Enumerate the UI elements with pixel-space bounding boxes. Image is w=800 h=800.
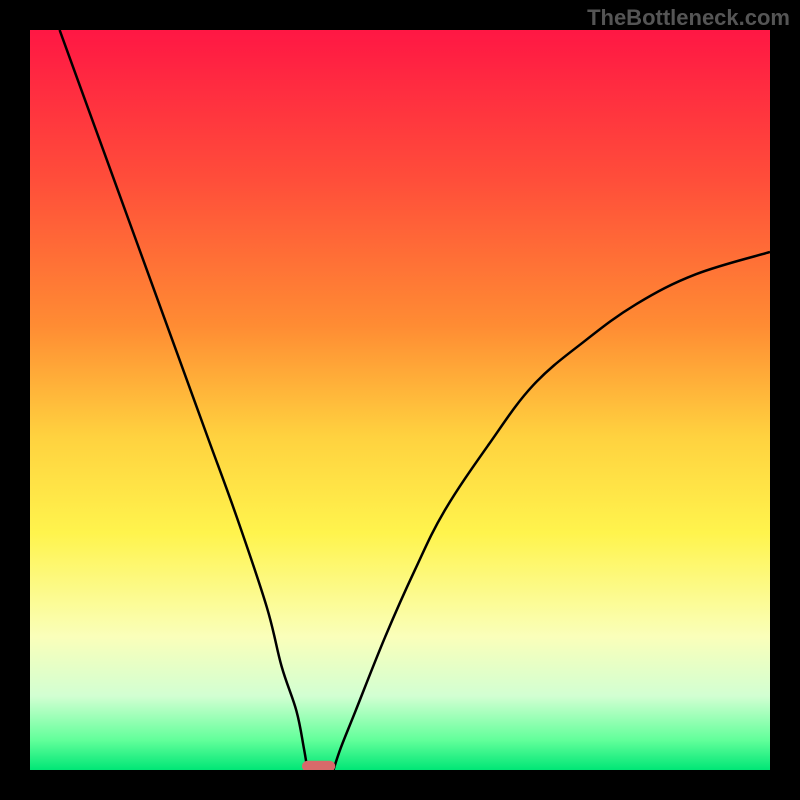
gradient-background xyxy=(30,30,770,770)
chart-svg xyxy=(30,30,770,770)
chart-area xyxy=(30,30,770,770)
watermark-text: TheBottleneck.com xyxy=(587,5,790,31)
bottleneck-marker xyxy=(302,761,335,770)
